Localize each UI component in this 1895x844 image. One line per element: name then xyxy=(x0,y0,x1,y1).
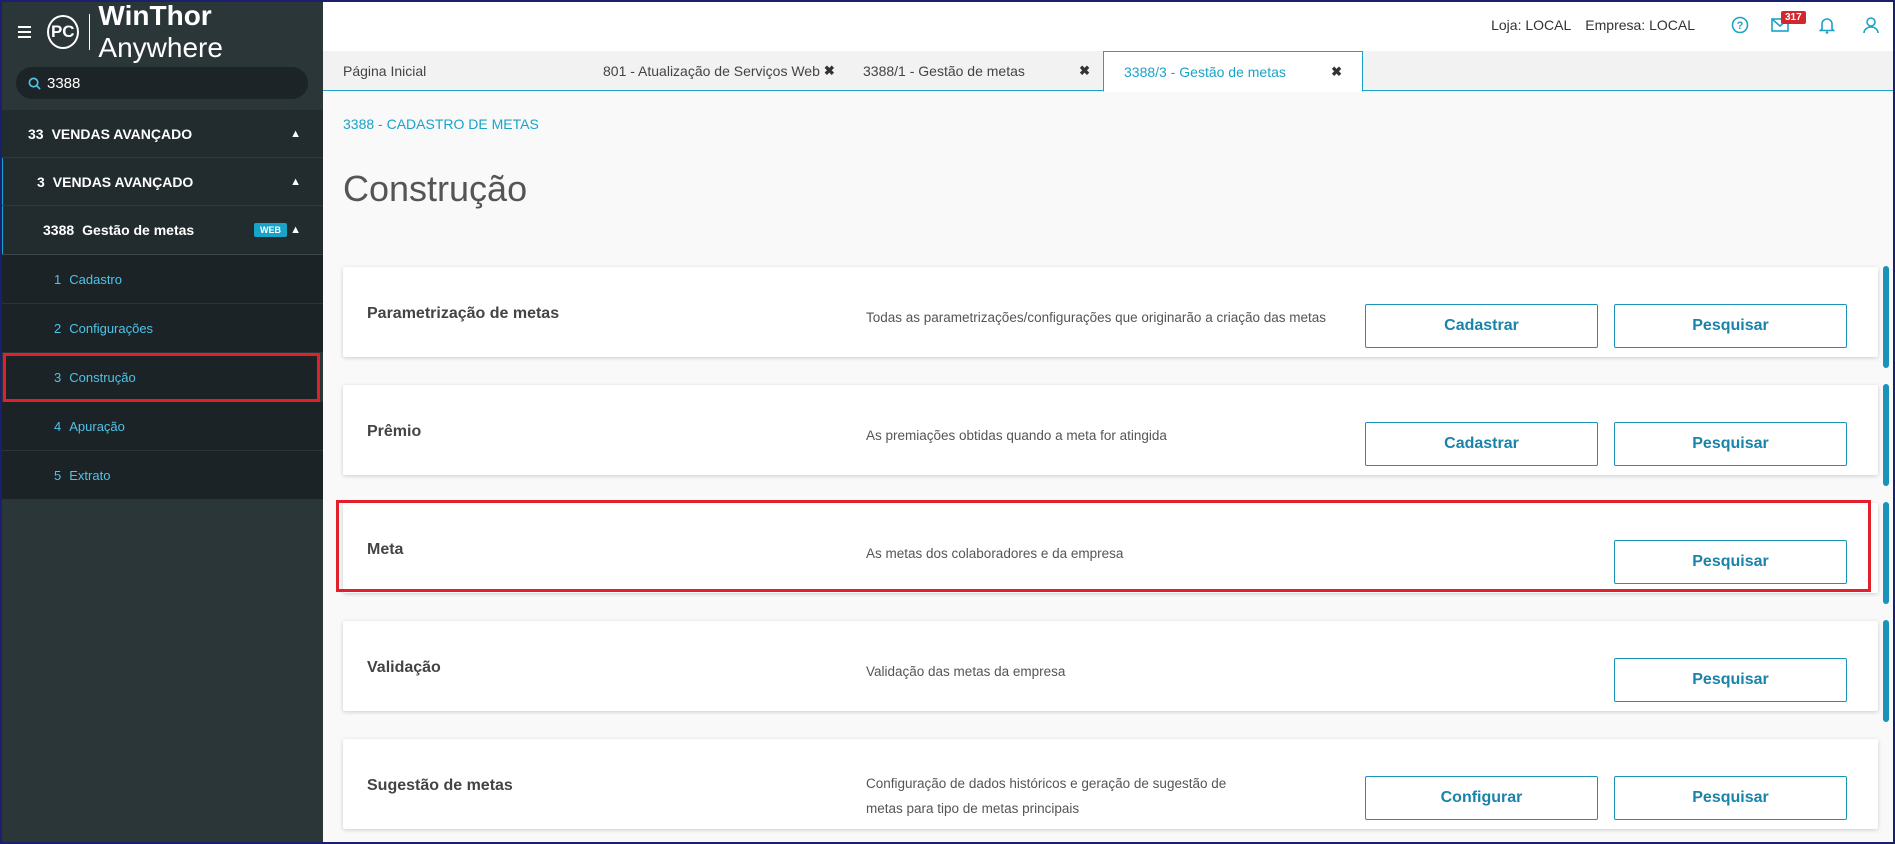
menu-vendas-avancado-3[interactable]: 3 VENDAS AVANÇADO ▲ xyxy=(0,158,323,206)
chevron-up-icon: ▲ xyxy=(290,175,301,188)
close-tab-icon[interactable]: ✖ xyxy=(824,63,835,79)
pesquisar-button[interactable]: Pesquisar xyxy=(1614,304,1847,348)
bell-icon[interactable] xyxy=(1819,16,1835,34)
pesquisar-button[interactable]: Pesquisar xyxy=(1614,540,1847,584)
app-logo: PC WinThor Anywhere xyxy=(46,0,323,64)
tab-801-atualizacao[interactable]: 801 - Atualização de Serviços Web ✖ xyxy=(603,51,835,91)
cadastrar-button[interactable]: Cadastrar xyxy=(1365,422,1598,466)
chevron-up-icon: ▲ xyxy=(290,224,301,236)
tab-pagina-inicial[interactable]: Página Inicial xyxy=(343,51,426,91)
card-parametrizacao: Parametrização de metas Todas as paramet… xyxy=(343,267,1878,357)
sidebar-item-configuracoes[interactable]: 2 Configurações xyxy=(0,304,323,353)
mail-count-badge: 317 xyxy=(1781,11,1806,24)
card-premio: Prêmio As premiações obtidas quando a me… xyxy=(343,385,1878,475)
pesquisar-button[interactable]: Pesquisar xyxy=(1614,776,1847,820)
search-field[interactable] xyxy=(16,67,308,99)
menu-vendas-avancado-33[interactable]: 33 VENDAS AVANÇADO ▲ xyxy=(0,110,323,158)
loja-label: Loja: LOCAL xyxy=(1491,17,1572,33)
tab-bar: Página Inicial 801 - Atualização de Serv… xyxy=(323,51,1895,92)
sidebar-menu: 33 VENDAS AVANÇADO ▲ 3 VENDAS AVANÇADO ▲… xyxy=(0,110,323,500)
search-icon xyxy=(28,77,41,90)
user-icon[interactable] xyxy=(1863,16,1879,34)
sidebar-item-construcao[interactable]: 3 Construção xyxy=(3,353,320,402)
sidebar-item-cadastro[interactable]: 1 Cadastro xyxy=(0,255,323,304)
tab-3388-1[interactable]: 3388/1 - Gestão de metas ✖ xyxy=(863,51,1090,91)
tab-3388-3[interactable]: 3388/3 - Gestão de metas ✖ xyxy=(1103,51,1363,92)
configurar-button[interactable]: Configurar xyxy=(1365,776,1598,820)
card-sugestao: Sugestão de metas Configuração de dados … xyxy=(343,739,1878,829)
main-content: 3388 - CADASTRO DE METAS Construção Para… xyxy=(323,92,1895,844)
close-tab-icon[interactable]: ✖ xyxy=(1331,64,1342,80)
breadcrumb: 3388 - CADASTRO DE METAS xyxy=(343,116,539,132)
card-validacao: Validação Validação das metas da empresa… xyxy=(343,621,1878,711)
svg-text:?: ? xyxy=(1737,20,1744,32)
pesquisar-button[interactable]: Pesquisar xyxy=(1614,422,1847,466)
app-name: WinThor Anywhere xyxy=(98,0,223,63)
close-tab-icon[interactable]: ✖ xyxy=(1079,63,1090,79)
card-meta: Meta As metas dos colaboradores e da emp… xyxy=(343,503,1878,593)
mail-icon[interactable]: 317 xyxy=(1771,11,1806,32)
menu-gestao-de-metas[interactable]: 3388 Gestão de metas WEB ▲ xyxy=(0,206,323,255)
sidebar: PC WinThor Anywhere 33 VENDAS AVANÇADO ▲… xyxy=(0,0,323,844)
sidebar-header: PC WinThor Anywhere xyxy=(0,0,323,63)
search-input[interactable] xyxy=(47,74,287,92)
web-badge: WEB xyxy=(254,223,287,237)
page-title: Construção xyxy=(343,168,528,209)
help-icon[interactable]: ? xyxy=(1731,16,1749,34)
sidebar-item-apuracao[interactable]: 4 Apuração xyxy=(0,402,323,451)
pesquisar-button[interactable]: Pesquisar xyxy=(1614,658,1847,702)
chevron-up-icon: ▲ xyxy=(290,127,301,140)
hamburger-menu-icon[interactable] xyxy=(18,25,31,38)
pc-logo-badge: PC xyxy=(46,14,79,49)
empresa-label: Empresa: LOCAL xyxy=(1585,17,1695,33)
top-bar: Loja: LOCAL Empresa: LOCAL ? 317 xyxy=(323,0,1895,50)
cadastrar-button[interactable]: Cadastrar xyxy=(1365,304,1598,348)
sidebar-item-extrato[interactable]: 5 Extrato xyxy=(0,451,323,500)
